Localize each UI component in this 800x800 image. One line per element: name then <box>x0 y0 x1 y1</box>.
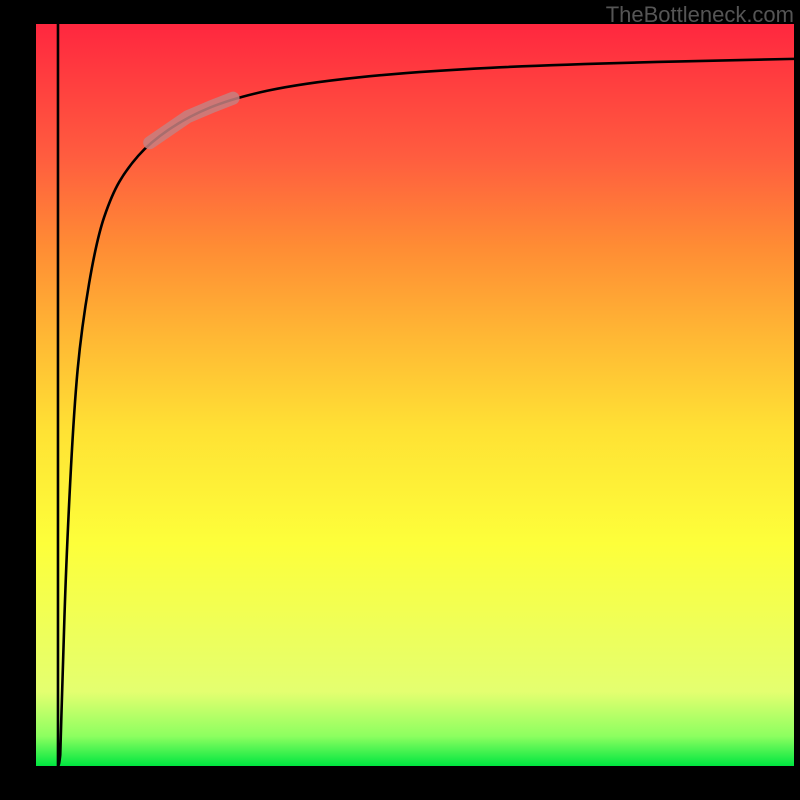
curve-layer <box>36 24 794 766</box>
watermark-text: TheBottleneck.com <box>606 2 794 28</box>
curve-highlight <box>150 98 233 143</box>
chart-root: TheBottleneck.com <box>0 0 800 800</box>
